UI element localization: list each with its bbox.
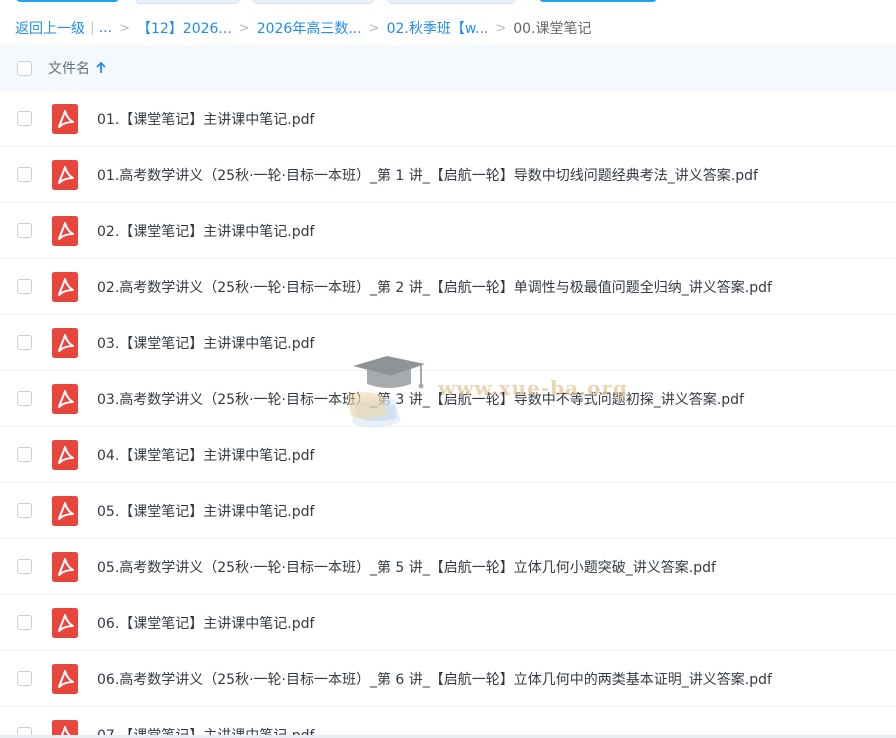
file-checkbox[interactable] <box>17 167 32 182</box>
pdf-file-icon <box>52 495 78 526</box>
pdf-file-icon <box>52 551 78 582</box>
breadcrumb-separator-icon: > <box>238 20 250 36</box>
file-row[interactable]: 03.【课堂笔记】主讲课中笔记.pdf <box>0 315 896 371</box>
file-checkbox[interactable] <box>17 111 32 126</box>
file-checkbox[interactable] <box>17 615 32 630</box>
pdf-file-icon <box>52 607 78 638</box>
select-all-checkbox[interactable] <box>17 60 32 76</box>
file-checkbox[interactable] <box>17 447 32 462</box>
file-row[interactable]: 01.高考数学讲义（25秋·一轮·目标一本班）_第 1 讲_【启航一轮】导数中切… <box>0 147 896 203</box>
pdf-file-icon <box>52 103 78 134</box>
file-checkbox[interactable] <box>17 503 32 518</box>
file-name-link[interactable]: 02.【课堂笔记】主讲课中笔记.pdf <box>97 221 314 241</box>
toolbar-button-3[interactable] <box>252 0 374 4</box>
file-name-link[interactable]: 01.高考数学讲义（25秋·一轮·目标一本班）_第 1 讲_【启航一轮】导数中切… <box>97 165 758 185</box>
list-header: 文件名 <box>0 45 896 91</box>
file-row[interactable]: 02.【课堂笔记】主讲课中笔记.pdf <box>0 203 896 259</box>
file-checkbox[interactable] <box>17 559 32 574</box>
file-checkbox[interactable] <box>17 223 32 238</box>
breadcrumb-separator-icon: > <box>119 20 130 36</box>
file-row[interactable]: 05.高考数学讲义（25秋·一轮·目标一本班）_第 5 讲_【启航一轮】立体几何… <box>0 539 896 595</box>
pdf-file-icon <box>52 271 78 302</box>
file-name-link[interactable]: 05.高考数学讲义（25秋·一轮·目标一本班）_第 5 讲_【启航一轮】立体几何… <box>97 557 716 577</box>
file-row[interactable]: 06.【课堂笔记】主讲课中笔记.pdf <box>0 595 896 651</box>
breadcrumb-divider: | <box>90 20 95 36</box>
breadcrumb-item-1[interactable]: 【12】2026... <box>137 18 232 38</box>
file-checkbox[interactable] <box>17 671 32 686</box>
toolbar-button-2[interactable] <box>135 0 240 4</box>
arrow-up-icon[interactable] <box>96 62 106 74</box>
breadcrumb-separator-icon: > <box>495 20 507 36</box>
breadcrumb: 返回上一级 | ... > 【12】2026... > 2026年高三数... … <box>15 16 592 40</box>
file-checkbox[interactable] <box>17 335 32 350</box>
pdf-file-icon <box>52 439 78 470</box>
toolbar-button-1[interactable] <box>15 0 120 2</box>
file-row[interactable]: 01.【课堂笔记】主讲课中笔记.pdf <box>0 91 896 147</box>
toolbar-button-4[interactable] <box>387 0 516 4</box>
file-row[interactable]: 04.【课堂笔记】主讲课中笔记.pdf <box>0 427 896 483</box>
file-row[interactable]: 02.高考数学讲义（25秋·一轮·目标一本班）_第 2 讲_【启航一轮】单调性与… <box>0 259 896 315</box>
file-name-link[interactable]: 02.高考数学讲义（25秋·一轮·目标一本班）_第 2 讲_【启航一轮】单调性与… <box>97 277 772 297</box>
file-checkbox[interactable] <box>17 279 32 294</box>
file-row[interactable]: 05.【课堂笔记】主讲课中笔记.pdf <box>0 483 896 539</box>
file-name-link[interactable]: 04.【课堂笔记】主讲课中笔记.pdf <box>97 445 314 465</box>
toolbar-button-5[interactable] <box>538 0 658 2</box>
file-list: 01.【课堂笔记】主讲课中笔记.pdf 01.高考数学讲义（25秋·一轮·目标一本… <box>0 91 896 738</box>
breadcrumb-separator-icon: > <box>368 20 380 36</box>
pdf-file-icon <box>52 327 78 358</box>
file-name-link[interactable]: 01.【课堂笔记】主讲课中笔记.pdf <box>97 109 314 129</box>
breadcrumb-item-2[interactable]: 2026年高三数... <box>257 18 362 38</box>
file-row[interactable]: 07.【课堂笔记】主讲课中笔记.pdf <box>0 707 896 738</box>
column-header-filename[interactable]: 文件名 <box>48 58 90 78</box>
breadcrumb-current: 00.课堂笔记 <box>513 21 592 37</box>
pdf-file-icon <box>52 159 78 190</box>
pdf-file-icon <box>52 383 78 414</box>
breadcrumb-item-3[interactable]: 02.秋季班【w... <box>387 18 489 38</box>
file-name-link[interactable]: 05.【课堂笔记】主讲课中笔记.pdf <box>97 501 314 521</box>
file-name-link[interactable]: 06.高考数学讲义（25秋·一轮·目标一本班）_第 6 讲_【启航一轮】立体几何… <box>97 669 772 689</box>
file-name-link[interactable]: 03.【课堂笔记】主讲课中笔记.pdf <box>97 333 314 353</box>
file-browser: 返回上一级 | ... > 【12】2026... > 2026年高三数... … <box>0 0 896 738</box>
breadcrumb-back-link[interactable]: 返回上一级 <box>15 18 85 38</box>
file-row[interactable]: 06.高考数学讲义（25秋·一轮·目标一本班）_第 6 讲_【启航一轮】立体几何… <box>0 651 896 707</box>
breadcrumb-ellipsis[interactable]: ... <box>99 20 112 36</box>
pdf-file-icon <box>52 663 78 694</box>
file-name-link[interactable]: 03.高考数学讲义（25秋·一轮·目标一本班）_第 3 讲_【启航一轮】导数中不… <box>97 389 744 409</box>
file-name-link[interactable]: 06.【课堂笔记】主讲课中笔记.pdf <box>97 613 314 633</box>
file-row[interactable]: 03.高考数学讲义（25秋·一轮·目标一本班）_第 3 讲_【启航一轮】导数中不… <box>0 371 896 427</box>
pdf-file-icon <box>52 215 78 246</box>
toolbar-buttons <box>0 0 896 4</box>
file-checkbox[interactable] <box>17 391 32 406</box>
